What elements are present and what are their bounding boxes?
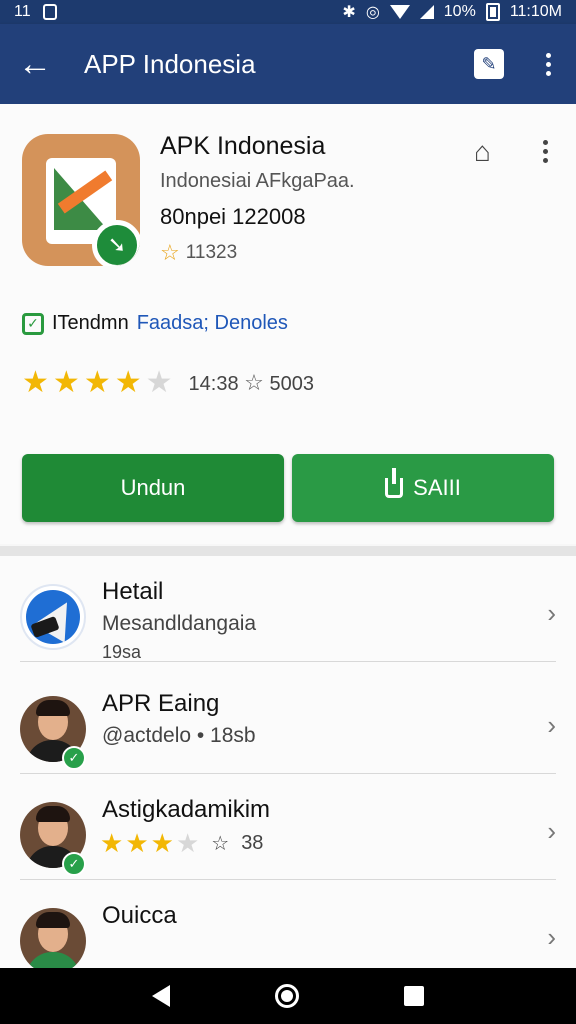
bluetooth-icon: ✱: [342, 4, 356, 21]
status-right: ✱ ◎ 10% 11:10M: [342, 2, 562, 22]
app-date: 80npei 122008: [160, 204, 306, 229]
rating-value: 14:38: [188, 373, 239, 395]
app-logo-icon: [20, 584, 86, 650]
list-item-meta: 19sa: [102, 642, 142, 662]
list-item-title: Hetail: [102, 578, 164, 605]
chevron-right-icon: ›: [547, 816, 556, 846]
small-rating-value: 11323: [185, 242, 238, 263]
star-outline-icon: ☆: [211, 832, 230, 855]
small-rating: ☆ 11323: [160, 240, 237, 266]
install-button[interactable]: Undun: [22, 454, 284, 522]
star-outline-icon: ☆: [244, 370, 264, 395]
verified-icon: ✓: [62, 852, 86, 876]
home-icon[interactable]: ⌂: [474, 136, 491, 168]
list-item[interactable]: Ouicca ›: [0, 880, 576, 968]
page-title: APP Indonesia: [84, 48, 256, 79]
star-icon: ★: [114, 366, 142, 399]
section-divider: [0, 546, 576, 556]
star-icon: ★: [83, 366, 111, 399]
edit-icon[interactable]: ✎: [474, 49, 504, 79]
verified-icon: ✓: [62, 746, 86, 770]
status-bar: 11 ✱ ◎ 10% 11:10M: [0, 0, 576, 24]
related-list: Hetail Mesandldangaia 19sa › ✓ APR Eaing…: [0, 556, 576, 968]
list-item[interactable]: Hetail Mesandldangaia 19sa ›: [0, 556, 576, 662]
list-item-subtitle: @actdelo • 18sb: [102, 724, 256, 747]
rating-count: 5003: [269, 373, 314, 395]
list-item-title: Astigkadamikim: [102, 796, 271, 823]
more-vert-icon[interactable]: [535, 140, 555, 163]
rating-row: ★ ★ ★ ★ ★ 14:38 ☆ 5003: [22, 368, 314, 398]
nav-recents-icon[interactable]: [403, 986, 424, 1006]
list-item-subtitle: Mesandldangaia: [102, 612, 257, 635]
star-empty-icon: ★: [145, 366, 173, 399]
star-outline-icon: ☆: [160, 240, 180, 265]
nav-back-icon[interactable]: [152, 985, 171, 1007]
trending-label: ITendmn: [52, 312, 129, 334]
chevron-right-icon: ›: [547, 598, 556, 628]
list-item-title: Ouicca: [102, 902, 177, 929]
star-icon: ★: [125, 828, 149, 858]
rating-text: 14:38 ☆ 5003: [189, 370, 314, 396]
star-icon: ★: [150, 828, 174, 858]
app-header-card: ➘ APK Indonesia Indonesiai AFkgaPaa. 80n…: [0, 104, 576, 544]
share-icon: [385, 468, 404, 498]
list-item-title: APR Eaing: [102, 690, 220, 717]
more-vert-icon[interactable]: [538, 52, 558, 76]
status-time: 11:10M: [509, 3, 562, 20]
sync-icon: ◎: [365, 4, 380, 21]
check-icon: ✓: [22, 312, 44, 335]
app-logo-icon: ➘: [22, 134, 140, 266]
trending-row: ✓ ITendmn Faadsa; Denoles: [22, 312, 288, 335]
star-icon: ★: [52, 366, 80, 399]
nav-home-icon[interactable]: [274, 984, 299, 1008]
battery-icon: [485, 3, 500, 21]
list-item[interactable]: ✓ Astigkadamikim ★ ★ ★ ★ ☆ 38 ›: [0, 774, 576, 880]
arrow-left-icon[interactable]: ←: [18, 47, 68, 81]
share-button-label: SAIII: [413, 475, 461, 500]
battery-percent: 10%: [443, 3, 476, 20]
star-icon: ★: [22, 366, 49, 399]
trending-link[interactable]: Faadsa; Denoles: [137, 312, 288, 335]
install-button-label: Undun: [120, 475, 186, 500]
star-icon: ★: [100, 828, 124, 858]
system-nav-bar: [0, 968, 576, 1024]
chevron-right-icon: ›: [547, 710, 556, 740]
app-name: APK Indonesia: [160, 132, 326, 160]
status-left: 11: [14, 3, 57, 21]
star-empty-icon: ★: [175, 828, 200, 858]
share-button[interactable]: SAIII: [292, 454, 554, 522]
app-subtitle: Indonesiai AFkgaPaa.: [160, 170, 355, 192]
avatar: [20, 908, 86, 968]
list-item-count: 38: [241, 831, 264, 854]
status-left-text: 11: [14, 3, 31, 20]
chevron-right-icon: ›: [547, 922, 556, 952]
wifi-icon: [389, 5, 410, 19]
notification-icon: [42, 4, 57, 20]
list-item[interactable]: ✓ APR Eaing @actdelo • 18sb ›: [0, 668, 576, 774]
app-bar: ← APP Indonesia ✎: [0, 24, 576, 104]
signal-icon: [419, 5, 434, 19]
list-item-rating: ★ ★ ★ ★ ☆ 38: [100, 830, 263, 856]
download-badge-icon: ➘: [92, 220, 140, 266]
